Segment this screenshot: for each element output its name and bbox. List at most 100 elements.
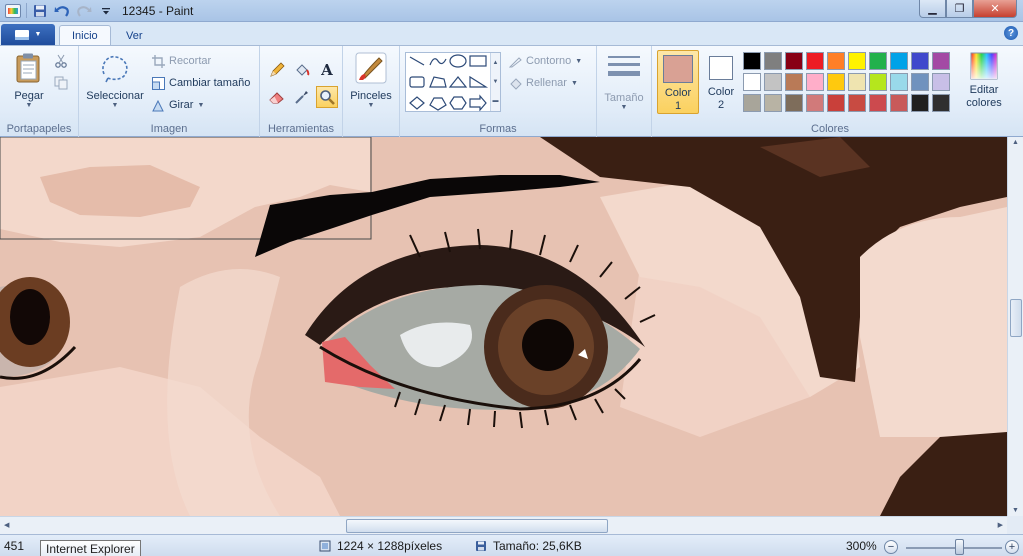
scroll-left-icon[interactable]: ◀ <box>4 521 9 529</box>
drawing-canvas[interactable] <box>0 137 1007 516</box>
palette-color-9[interactable] <box>911 52 929 70</box>
paste-label: Pegar <box>14 90 44 102</box>
resize-button[interactable]: Cambiar tamaño <box>151 76 250 90</box>
palette-color-29[interactable] <box>911 94 929 112</box>
close-button[interactable]: ✕ <box>973 0 1017 18</box>
palette-color-30[interactable] <box>932 94 950 112</box>
palette-color-26[interactable] <box>848 94 866 112</box>
paint-menu-button[interactable]: ▼ <box>1 24 55 45</box>
scroll-up-icon[interactable]: ▲ <box>1012 139 1019 146</box>
palette-color-19[interactable] <box>911 73 929 91</box>
help-icon[interactable]: ? <box>1004 26 1018 40</box>
group-shapes: ▲ ▼ ▬ Contorno ▼ Rellenar ▼ Formas <box>400 46 597 137</box>
color1-button[interactable]: Color 1 <box>657 50 699 114</box>
palette-color-20[interactable] <box>932 73 950 91</box>
size-button[interactable]: Tamaño ▼ <box>603 54 645 111</box>
palette-color-3[interactable] <box>785 52 803 70</box>
crop-button[interactable]: Recortar <box>151 54 211 68</box>
zoom-slider-thumb[interactable] <box>955 539 964 555</box>
edit-colors-button[interactable]: Editar colores <box>962 52 1006 110</box>
group-label-colors: Colores <box>811 123 849 135</box>
zoom-slider-track[interactable] <box>906 547 1002 549</box>
horizontal-scroll-thumb[interactable] <box>346 519 608 533</box>
maximize-button[interactable]: ❐ <box>946 0 973 18</box>
magnifier-tool[interactable] <box>316 86 338 108</box>
fill-label: Rellenar <box>526 77 567 89</box>
palette-color-6[interactable] <box>848 52 866 70</box>
outline-button[interactable]: Contorno ▼ <box>508 54 582 68</box>
palette-color-11[interactable] <box>743 73 761 91</box>
scroll-right-icon[interactable]: ▶ <box>998 521 1003 529</box>
minimize-button[interactable]: ▁ <box>919 0 946 18</box>
palette-color-2[interactable] <box>764 52 782 70</box>
paint-app-icon[interactable] <box>4 2 22 19</box>
eraser-tool[interactable] <box>266 86 288 108</box>
color2-button[interactable]: Color 2 <box>700 50 742 114</box>
brushes-button[interactable]: Pinceles ▼ <box>349 52 393 109</box>
palette-color-1[interactable] <box>743 52 761 70</box>
outline-icon <box>508 54 522 68</box>
palette-color-28[interactable] <box>890 94 908 112</box>
vertical-scroll-thumb[interactable] <box>1010 299 1022 337</box>
palette-color-23[interactable] <box>785 94 803 112</box>
vertical-scrollbar[interactable]: ▲ ▼ <box>1007 137 1023 516</box>
undo-icon[interactable] <box>53 2 71 19</box>
redo-icon[interactable] <box>75 2 93 19</box>
palette-color-17[interactable] <box>869 73 887 91</box>
copy-icon[interactable] <box>54 76 68 90</box>
palette-color-15[interactable] <box>827 73 845 91</box>
paste-caret-icon: ▼ <box>25 102 33 109</box>
zoom-out-button[interactable]: − <box>884 540 898 554</box>
fill-tool[interactable] <box>291 59 313 81</box>
crop-icon <box>151 54 165 68</box>
palette-color-13[interactable] <box>785 73 803 91</box>
rotate-button[interactable]: Girar ▼ <box>151 98 204 112</box>
palette-color-22[interactable] <box>764 94 782 112</box>
horizontal-scrollbar[interactable]: ◀ ▶ <box>0 516 1007 534</box>
palette-color-10[interactable] <box>932 52 950 70</box>
shapes-scrollbar[interactable]: ▲ ▼ ▬ <box>490 53 500 111</box>
text-icon: A <box>321 61 333 79</box>
dimensions-icon <box>318 539 332 553</box>
edit-colors-label-1: Editar <box>969 84 999 96</box>
palette-color-12[interactable] <box>764 73 782 91</box>
save-icon[interactable] <box>31 2 49 19</box>
tab-ver[interactable]: Ver <box>114 25 155 46</box>
paste-button[interactable]: Pegar ▼ <box>8 52 50 109</box>
text-tool[interactable]: A <box>316 59 338 81</box>
customize-qat-icon[interactable] <box>97 2 115 19</box>
eraser-icon <box>269 92 284 104</box>
group-label-tools: Herramientas <box>267 123 335 135</box>
scroll-down-icon[interactable]: ▼ <box>1012 507 1019 514</box>
ribbon-tab-bar: ▼ Inicio Ver ? <box>0 22 1023 46</box>
fill-button[interactable]: Rellenar ▼ <box>508 76 578 90</box>
color-picker-tool[interactable] <box>291 86 313 108</box>
tab-inicio[interactable]: Inicio <box>59 25 111 46</box>
ribbon: Pegar ▼ Portapapeles Seleccionar ▼ Recor… <box>0 45 1023 137</box>
minus-icon: − <box>887 540 895 553</box>
palette-color-16[interactable] <box>848 73 866 91</box>
palette-color-25[interactable] <box>827 94 845 112</box>
outline-caret-icon: ▼ <box>575 57 583 65</box>
palette-color-5[interactable] <box>827 52 845 70</box>
zoom-in-button[interactable]: + <box>1005 540 1019 554</box>
palette-color-18[interactable] <box>890 73 908 91</box>
palette-color-21[interactable] <box>743 94 761 112</box>
palette-color-8[interactable] <box>890 52 908 70</box>
palette-color-24[interactable] <box>806 94 824 112</box>
palette-color-4[interactable] <box>806 52 824 70</box>
magnifier-icon <box>320 90 335 105</box>
select-button[interactable]: Seleccionar ▼ <box>85 52 145 109</box>
palette-color-14[interactable] <box>806 73 824 91</box>
palette-color-27[interactable] <box>869 94 887 112</box>
zoom-level: 300% <box>846 539 877 553</box>
brush-icon <box>355 52 387 84</box>
cursor-position: 451 <box>4 539 24 553</box>
pencil-tool[interactable] <box>266 59 288 81</box>
paint-bucket-icon <box>296 64 310 76</box>
group-brushes: Pinceles ▼ <box>343 46 400 137</box>
palette-color-7[interactable] <box>869 52 887 70</box>
scrollbar-corner <box>1007 516 1023 534</box>
group-colors: Color 1 Color 2 Editar colores Colores <box>652 46 1008 137</box>
cut-icon[interactable] <box>54 54 68 68</box>
